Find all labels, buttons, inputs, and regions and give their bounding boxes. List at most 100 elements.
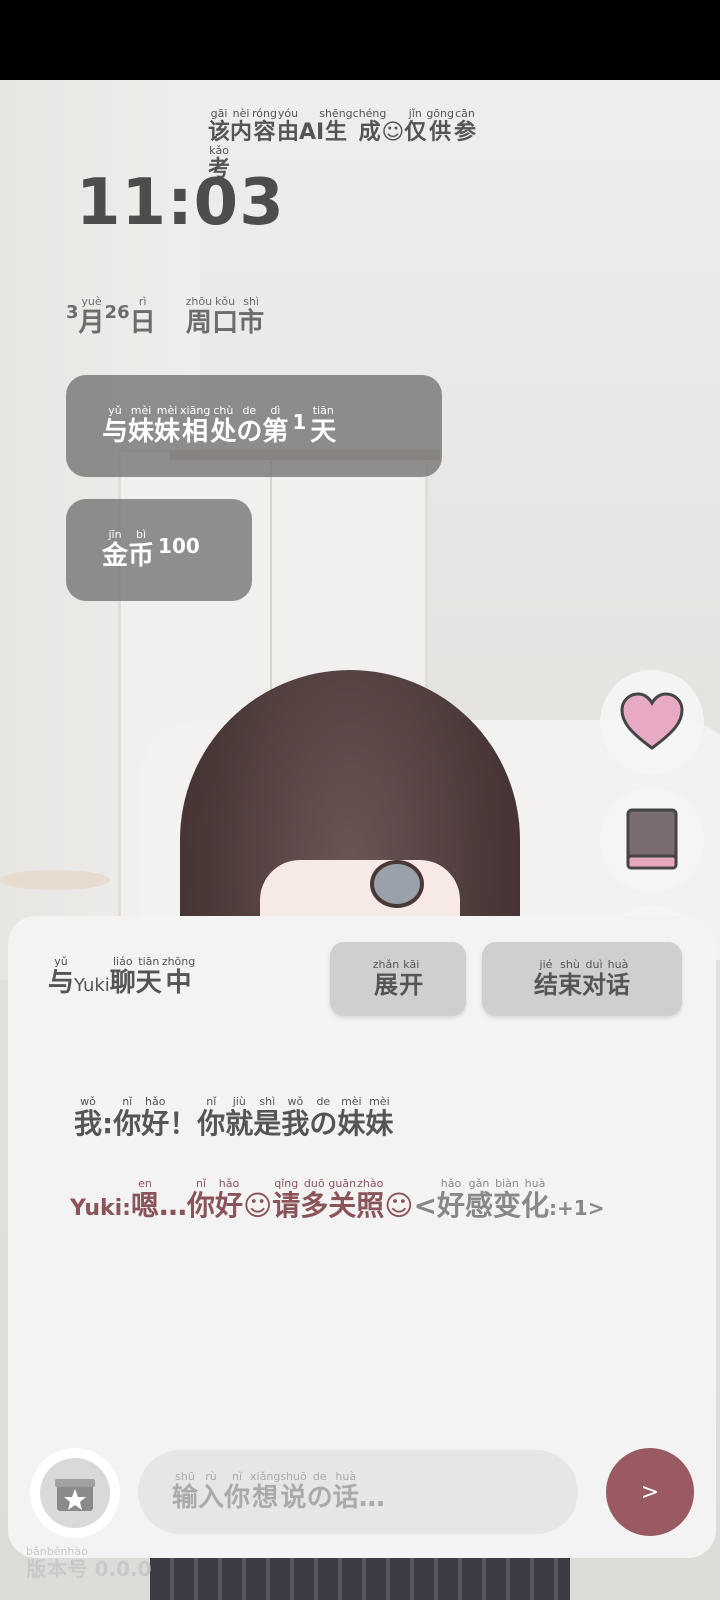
plain-char: … [358, 1482, 385, 1513]
ruby-char: 生成shēngchéng [319, 107, 387, 145]
character-name: Yuki [74, 975, 110, 996]
ruby-char: のde [236, 403, 263, 447]
book-icon [626, 808, 678, 870]
clock: 11:03 [76, 166, 285, 240]
heart-icon [620, 692, 684, 750]
ruby-char: 妹mèi [128, 403, 155, 447]
days-count: 1 [292, 410, 307, 434]
month-number: 3 [66, 302, 79, 323]
ruby-char: 变biàn [492, 1177, 521, 1222]
ruby-char: 好hǎo [141, 1095, 170, 1140]
ruby-char: 关guān [328, 1177, 357, 1222]
ruby-char: 是shì [253, 1095, 282, 1140]
ruby-char: 与yǔ [102, 403, 129, 447]
ruby-char: 对duì [582, 957, 606, 999]
character-eye [370, 860, 424, 908]
chat-title: 与yǔYuki聊liáo天tiān中zhōng [48, 955, 196, 999]
ruby-char: 多duō [300, 1177, 329, 1222]
user-message: 我wǒ:你nǐ好hǎo！你nǐ就jiù是shì我wǒのde妹mèi妹mèi [74, 1095, 394, 1152]
status-bar [0, 0, 720, 80]
ruby-char: 天tiān [310, 403, 337, 447]
ruby-char: 由yóu [276, 107, 299, 145]
ruby-char: 嗯en [130, 1177, 159, 1222]
ruby-char: 仅jǐn [404, 107, 427, 145]
ruby-char: 我wǒ [74, 1095, 103, 1140]
ruby-char: のde [309, 1095, 338, 1140]
send-icon: > [640, 1479, 660, 1505]
ruby-char: 内nèi [230, 107, 253, 145]
expand-button[interactable]: 展zhǎn开kāi [330, 942, 466, 1016]
coins-pill: 金jīn币bì 100 [66, 499, 252, 601]
ruby-char: 妹mèi [365, 1095, 394, 1140]
affection-delta: :+1> [549, 1196, 605, 1220]
plain-char: : [102, 1107, 114, 1140]
ruby-char: 妹mèi [337, 1095, 366, 1140]
ruby-char: 想xiǎng [250, 1469, 281, 1513]
ruby-char: 市shì [238, 295, 265, 338]
ruby-char: 你nǐ [186, 1177, 215, 1222]
gift-button[interactable] [30, 1448, 120, 1538]
date: 3月yuè26日rì 周zhōu口kǒu市shì [66, 295, 265, 339]
weekday: 周zhōu口kǒu市shì [185, 295, 265, 338]
send-button[interactable]: > [606, 1448, 694, 1536]
ruby-char: 输shū [172, 1469, 199, 1513]
ruby-char: 开kāi [399, 957, 424, 999]
ruby-char: 参cān [454, 107, 477, 145]
days-label: 与yǔ妹mèi妹mèi相xiāng处chùのde第dì [102, 403, 289, 448]
message-input[interactable]: 输shū入rù你nǐ想xiǎng说shuōのde话huà… [138, 1450, 578, 1534]
ruby-char: 容róng [252, 107, 277, 145]
days-together-pill: 与yǔ妹mèi妹mèi相xiāng处chùのde第dì 1 天tiān [66, 375, 442, 477]
ruby-char: 好hǎo [215, 1177, 244, 1222]
ruby-char: 我wǒ [281, 1095, 310, 1140]
affection-change: <好hǎo感gǎn变biàn化huà [413, 1177, 549, 1222]
ruby-char: 本běn [46, 1545, 68, 1581]
chat-panel: 与yǔYuki聊liáo天tiān中zhōng 展zhǎn开kāi 结jié束s… [8, 916, 716, 1558]
ruby-char: 就jiù [225, 1095, 254, 1140]
ruby-char: 聊liáo [109, 955, 136, 998]
plain-char: ☺ [381, 120, 405, 145]
ruby-char: 该gāi [208, 107, 231, 145]
coins-label: 金jīn币bì [102, 527, 155, 572]
ruby-char: 你nǐ [113, 1095, 142, 1140]
ruby-char: 结jié [534, 957, 558, 999]
ruby-char: 妹mèi [154, 403, 181, 447]
ruby-char: 请qǐng [272, 1177, 301, 1222]
ruby-char: 中zhōng [161, 955, 196, 998]
side-table [0, 870, 110, 890]
ruby-char: のde [306, 1469, 333, 1513]
ruby-char: 天tiān [135, 955, 162, 998]
ruby-char: 号hào [67, 1545, 88, 1581]
ruby-char: 供gōng [426, 107, 454, 145]
coins-value: 100 [158, 534, 200, 558]
plain-char: ！ [169, 1107, 198, 1140]
ruby-char: 版bǎn [26, 1545, 47, 1581]
speaker-name: Yuki: [70, 1196, 131, 1221]
ruby-char: 你nǐ [224, 1469, 251, 1513]
days-unit: 天tiān [310, 403, 337, 448]
ruby-char: 束shù [558, 957, 582, 999]
diary-button[interactable] [600, 788, 704, 892]
day-number: 26 [104, 302, 130, 323]
day-char: 日rì [129, 295, 156, 338]
ruby-char: 口kǒu [212, 295, 239, 338]
ruby-char: 入rù [198, 1469, 225, 1513]
yuki-message: Yuki:嗯en…你nǐ好hǎo☺请qǐng多duō关guān照zhào☺<好h… [70, 1177, 670, 1237]
ruby-char: 说shuō [280, 1469, 307, 1513]
ruby-char: 币bì [128, 527, 155, 571]
ruby-char: 话huà [332, 1469, 359, 1513]
ruby-char: 照zhào [356, 1177, 385, 1222]
month-char: 月yuè [78, 295, 105, 338]
plain-char: … [158, 1189, 187, 1222]
end-chat-button[interactable]: 结jié束shù对duì话huà [482, 942, 682, 1016]
plain-char: < [413, 1189, 437, 1222]
ruby-char: 处chù [210, 403, 237, 447]
affection-button[interactable] [600, 670, 704, 774]
ruby-char: 好hǎo [436, 1177, 465, 1222]
version-label: 版bǎn本běn号hào 0.0.0 [26, 1545, 152, 1581]
ruby-char: 第dì [262, 403, 289, 447]
ruby-char: 感gǎn [464, 1177, 493, 1222]
plain-char: ☺ [243, 1189, 273, 1222]
gift-icon [55, 1479, 95, 1511]
ruby-char: 周zhōu [185, 295, 213, 338]
plain-char: ☺ [384, 1189, 414, 1222]
